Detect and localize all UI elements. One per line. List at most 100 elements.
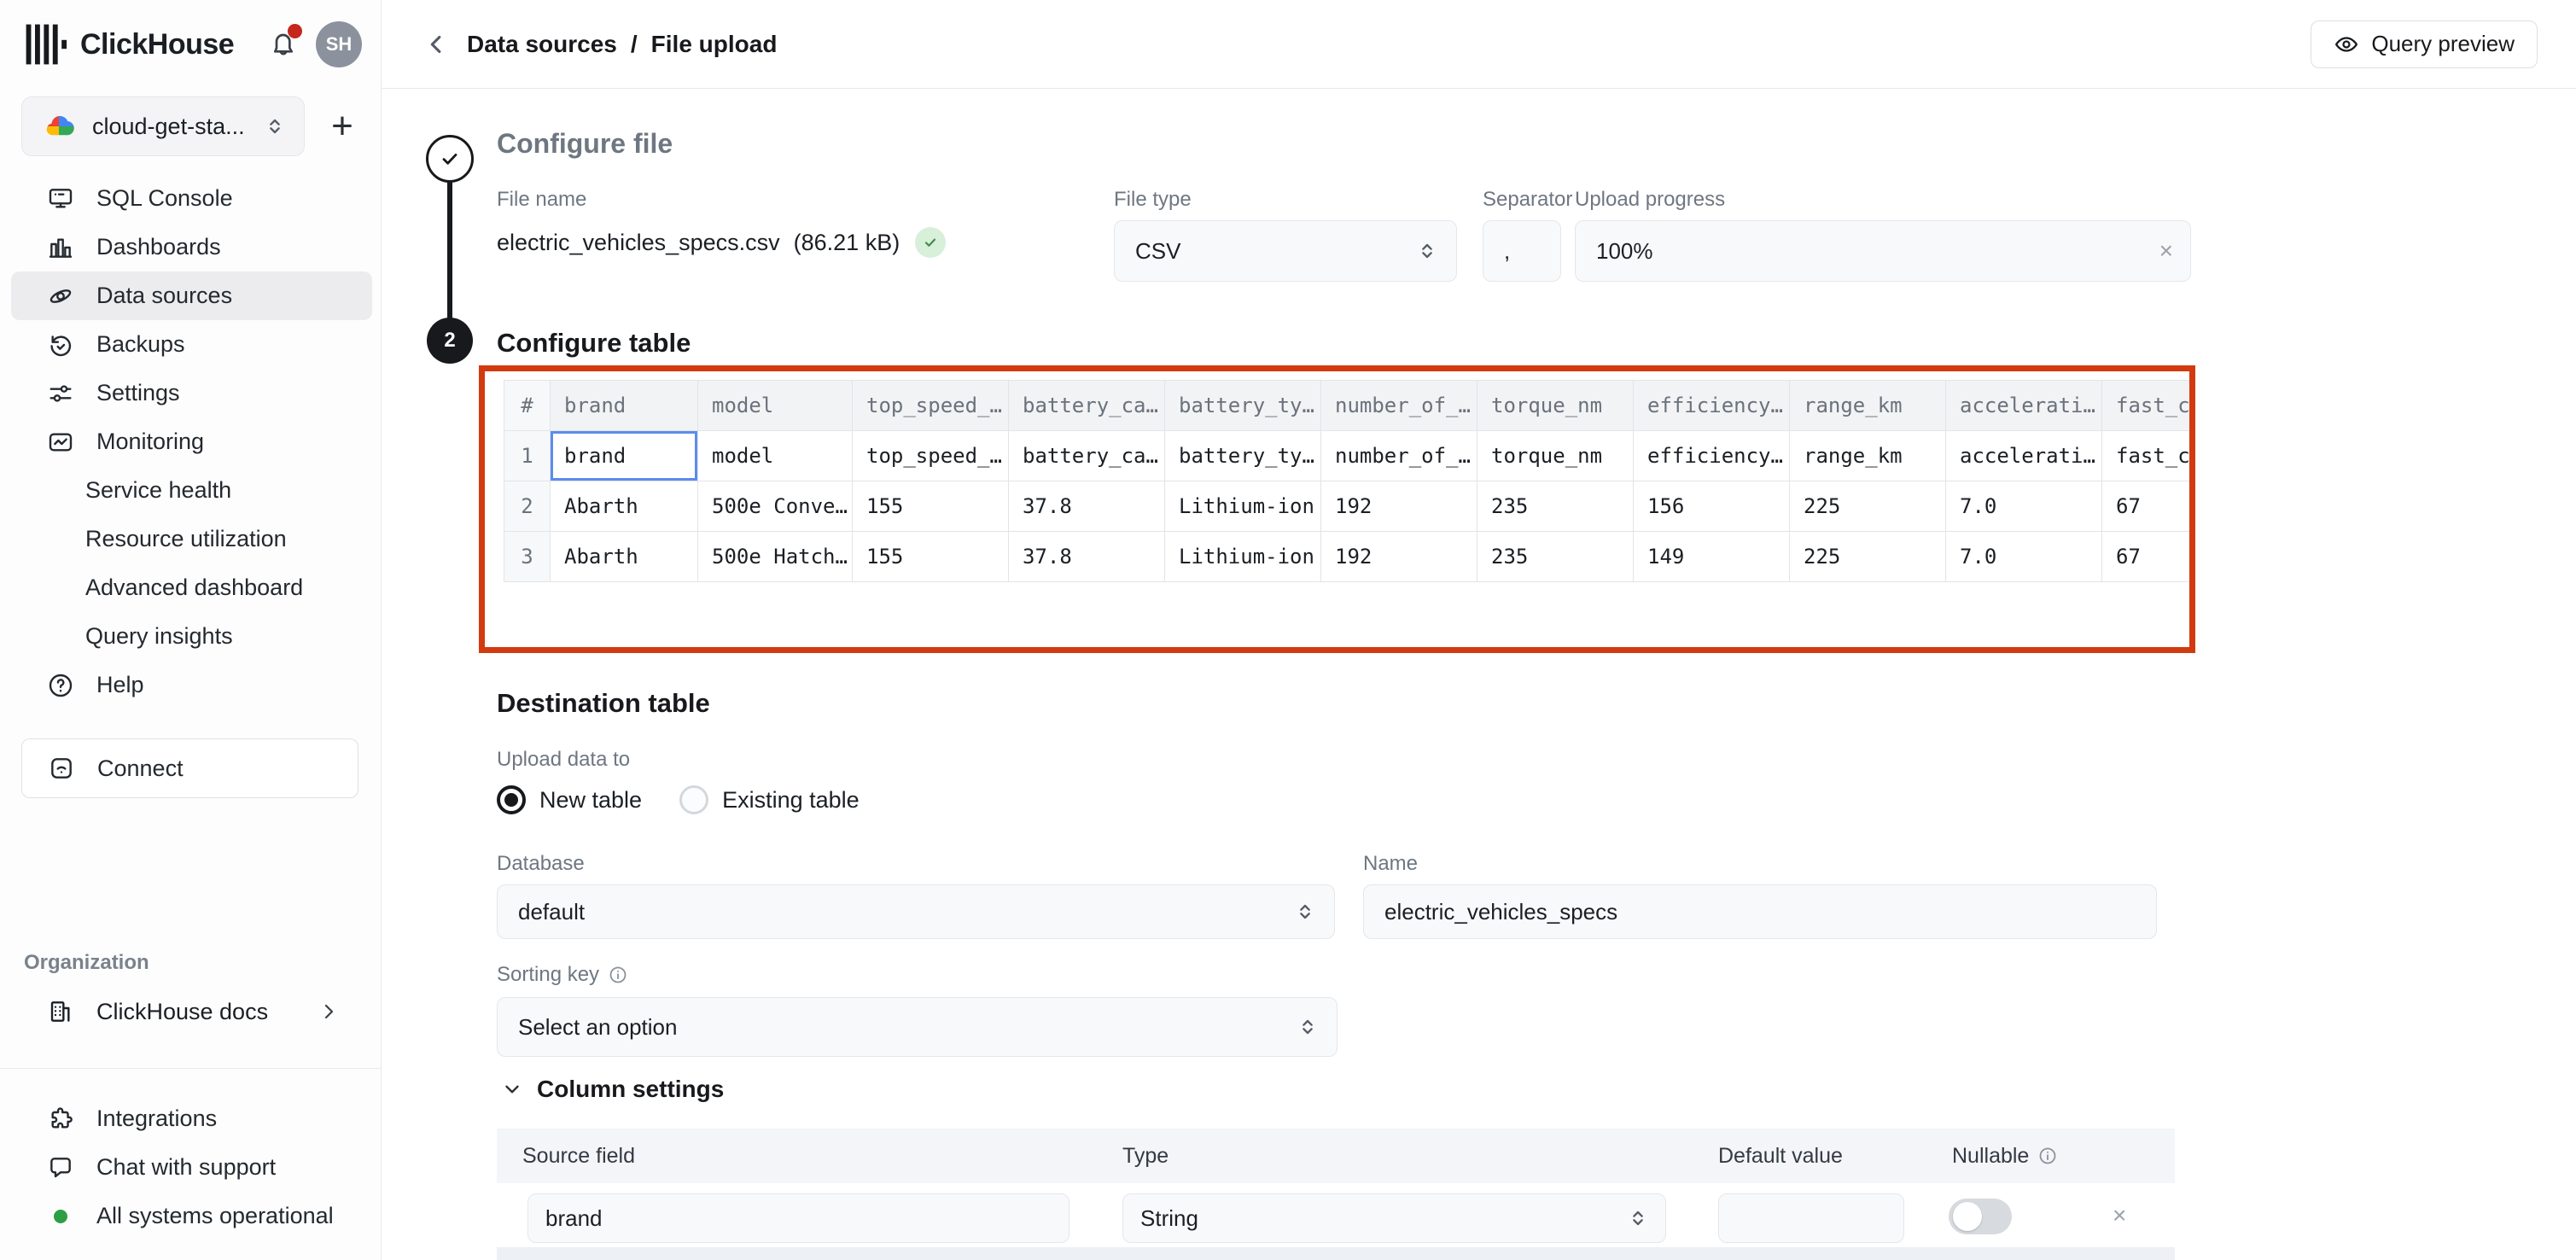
separator-input[interactable]: , xyxy=(1483,220,1561,282)
preview-cell: 192 xyxy=(1321,532,1477,582)
preview-row: 3Abarth500e Hatch…15537.8Lithium-ion1922… xyxy=(504,532,2190,582)
sorting-key-select[interactable]: Select an option xyxy=(497,997,1338,1057)
preview-header-name-cell[interactable]: battery_ty… xyxy=(1165,431,1321,481)
preview-cell: 192 xyxy=(1321,481,1477,532)
add-service-button[interactable]: + xyxy=(317,101,368,152)
preview-header-name-cell[interactable]: brand xyxy=(551,431,698,481)
sidebar-item-dashboards[interactable]: Dashboards xyxy=(11,223,372,271)
organization-label: Organization xyxy=(24,951,149,975)
preview-column-header: torque_nm xyxy=(1477,381,1634,431)
remove-column-icon[interactable]: × xyxy=(2113,1202,2126,1229)
back-icon[interactable] xyxy=(423,30,452,59)
notifications-button[interactable] xyxy=(266,27,300,61)
breadcrumb-data-sources[interactable]: Data sources xyxy=(467,31,617,58)
preview-cell: Lithium-ion xyxy=(1165,481,1321,532)
chevron-updown-icon xyxy=(1626,1206,1650,1230)
preview-cell: 149 xyxy=(1634,532,1790,582)
source-field-input[interactable]: brand xyxy=(527,1193,1069,1243)
preview-cell: 37.8 xyxy=(1009,481,1165,532)
file-name-row: electric_vehicles_specs.csv (86.21 kB) xyxy=(497,227,946,258)
table-preview-highlight: #brandmodeltop_speed_…battery_ca…battery… xyxy=(479,365,2195,653)
preview-header-name-cell[interactable]: number_of_… xyxy=(1321,431,1477,481)
data-sources-icon xyxy=(47,283,74,310)
destination-table-heading: Destination table xyxy=(497,688,710,719)
type-select[interactable]: String xyxy=(1122,1193,1666,1243)
separator-label: Separator xyxy=(1483,188,1572,212)
preview-cell: 67 xyxy=(2102,481,2190,532)
file-valid-badge xyxy=(915,227,946,258)
preview-cell: Abarth xyxy=(551,481,698,532)
database-select[interactable]: default xyxy=(497,884,1335,939)
sidebar-item-service-health[interactable]: Service health xyxy=(11,466,372,515)
topbar: Data sources / File upload Query preview xyxy=(382,0,2576,89)
avatar[interactable]: SH xyxy=(316,21,362,67)
preview-cell: 155 xyxy=(853,532,1009,582)
sidebar-item-backups[interactable]: Backups xyxy=(11,320,372,369)
sidebar-item-sql-console[interactable]: SQL Console xyxy=(11,174,372,223)
sorting-key-label: Sorting key xyxy=(497,963,628,987)
nullable-toggle[interactable] xyxy=(1949,1199,2012,1234)
preview-header-name-cell[interactable]: torque_nm xyxy=(1477,431,1634,481)
existing-table-label[interactable]: Existing table xyxy=(722,787,860,814)
preview-cell: 155 xyxy=(853,481,1009,532)
file-name-label: File name xyxy=(497,188,586,212)
info-icon xyxy=(2037,1146,2058,1166)
preview-header-name-cell[interactable]: battery_ca… xyxy=(1009,431,1165,481)
preview-cell: 500e Conve… xyxy=(698,481,853,532)
sidebar-divider xyxy=(0,1068,381,1069)
sidebar-item-system-status[interactable]: All systems operational xyxy=(11,1192,373,1240)
step-connector xyxy=(447,181,452,319)
file-type-select[interactable]: CSV xyxy=(1114,220,1457,282)
preview-header-name-cell[interactable]: model xyxy=(698,431,853,481)
sidebar-item-settings[interactable]: Settings xyxy=(11,369,372,417)
step-2-badge: 2 xyxy=(427,318,473,364)
preview-cell: 225 xyxy=(1790,532,1946,582)
name-label: Name xyxy=(1363,852,1418,876)
step-1-complete-badge xyxy=(426,135,474,183)
preview-column-header: number_of_… xyxy=(1321,381,1477,431)
clickhouse-logo-icon xyxy=(24,22,68,67)
sidebar-item-integrations[interactable]: Integrations xyxy=(11,1094,373,1143)
app-title: ClickHouse xyxy=(80,28,234,61)
preview-row: 2Abarth500e Conve…15537.8Lithium-ion1922… xyxy=(504,481,2190,532)
chevron-down-icon xyxy=(501,1078,523,1100)
chevron-updown-icon xyxy=(1293,900,1317,924)
preview-row-number: 1 xyxy=(504,431,551,481)
connect-button[interactable]: Connect xyxy=(21,738,358,798)
destination-options: New table Existing table xyxy=(497,785,860,814)
sidebar-item-help[interactable]: Help xyxy=(11,661,372,709)
clear-icon[interactable]: × xyxy=(2159,237,2173,265)
app-root: ClickHouse SH cloud-g xyxy=(0,0,2576,1260)
breadcrumb-separator: / xyxy=(631,31,638,58)
query-preview-button[interactable]: Query preview xyxy=(2311,20,2538,68)
radio-existing-table[interactable] xyxy=(679,785,708,814)
database-label: Database xyxy=(497,852,585,876)
check-icon xyxy=(438,147,462,171)
file-type-label: File type xyxy=(1114,188,1192,212)
service-selector[interactable]: cloud-get-sta... xyxy=(21,96,305,156)
preview-header-name-cell[interactable]: fast_cha xyxy=(2102,431,2190,481)
status-dot xyxy=(54,1210,67,1223)
sidebar-item-data-sources[interactable]: Data sources xyxy=(11,271,372,320)
preview-header-name-cell[interactable]: accelerati… xyxy=(1946,431,2102,481)
column-settings-toggle[interactable]: Column settings xyxy=(501,1076,724,1103)
preview-cell: 235 xyxy=(1477,481,1634,532)
service-name: cloud-get-sta... xyxy=(92,114,263,140)
sidebar-item-chat-support[interactable]: Chat with support xyxy=(11,1143,373,1192)
upload-progress-value: 100% xyxy=(1596,238,1653,265)
sidebar-item-resource-utilization[interactable]: Resource utilization xyxy=(11,515,372,563)
preview-header-name-cell[interactable]: efficiency… xyxy=(1634,431,1790,481)
preview-header-name-cell[interactable]: top_speed_… xyxy=(853,431,1009,481)
table-name-input[interactable]: electric_vehicles_specs xyxy=(1363,884,2157,939)
default-value-input[interactable] xyxy=(1718,1193,1904,1243)
preview-cell: 156 xyxy=(1634,481,1790,532)
radio-new-table[interactable] xyxy=(497,785,526,814)
new-table-label[interactable]: New table xyxy=(539,787,642,814)
sidebar-item-clickhouse-docs[interactable]: ClickHouse docs xyxy=(11,986,373,1037)
preview-cell: 225 xyxy=(1790,481,1946,532)
sidebar-item-advanced-dashboard[interactable]: Advanced dashboard xyxy=(11,563,372,612)
preview-row-number: 2 xyxy=(504,481,551,532)
sidebar-item-monitoring[interactable]: Monitoring xyxy=(11,417,372,466)
preview-header-name-cell[interactable]: range_km xyxy=(1790,431,1946,481)
sidebar-item-query-insights[interactable]: Query insights xyxy=(11,612,372,661)
